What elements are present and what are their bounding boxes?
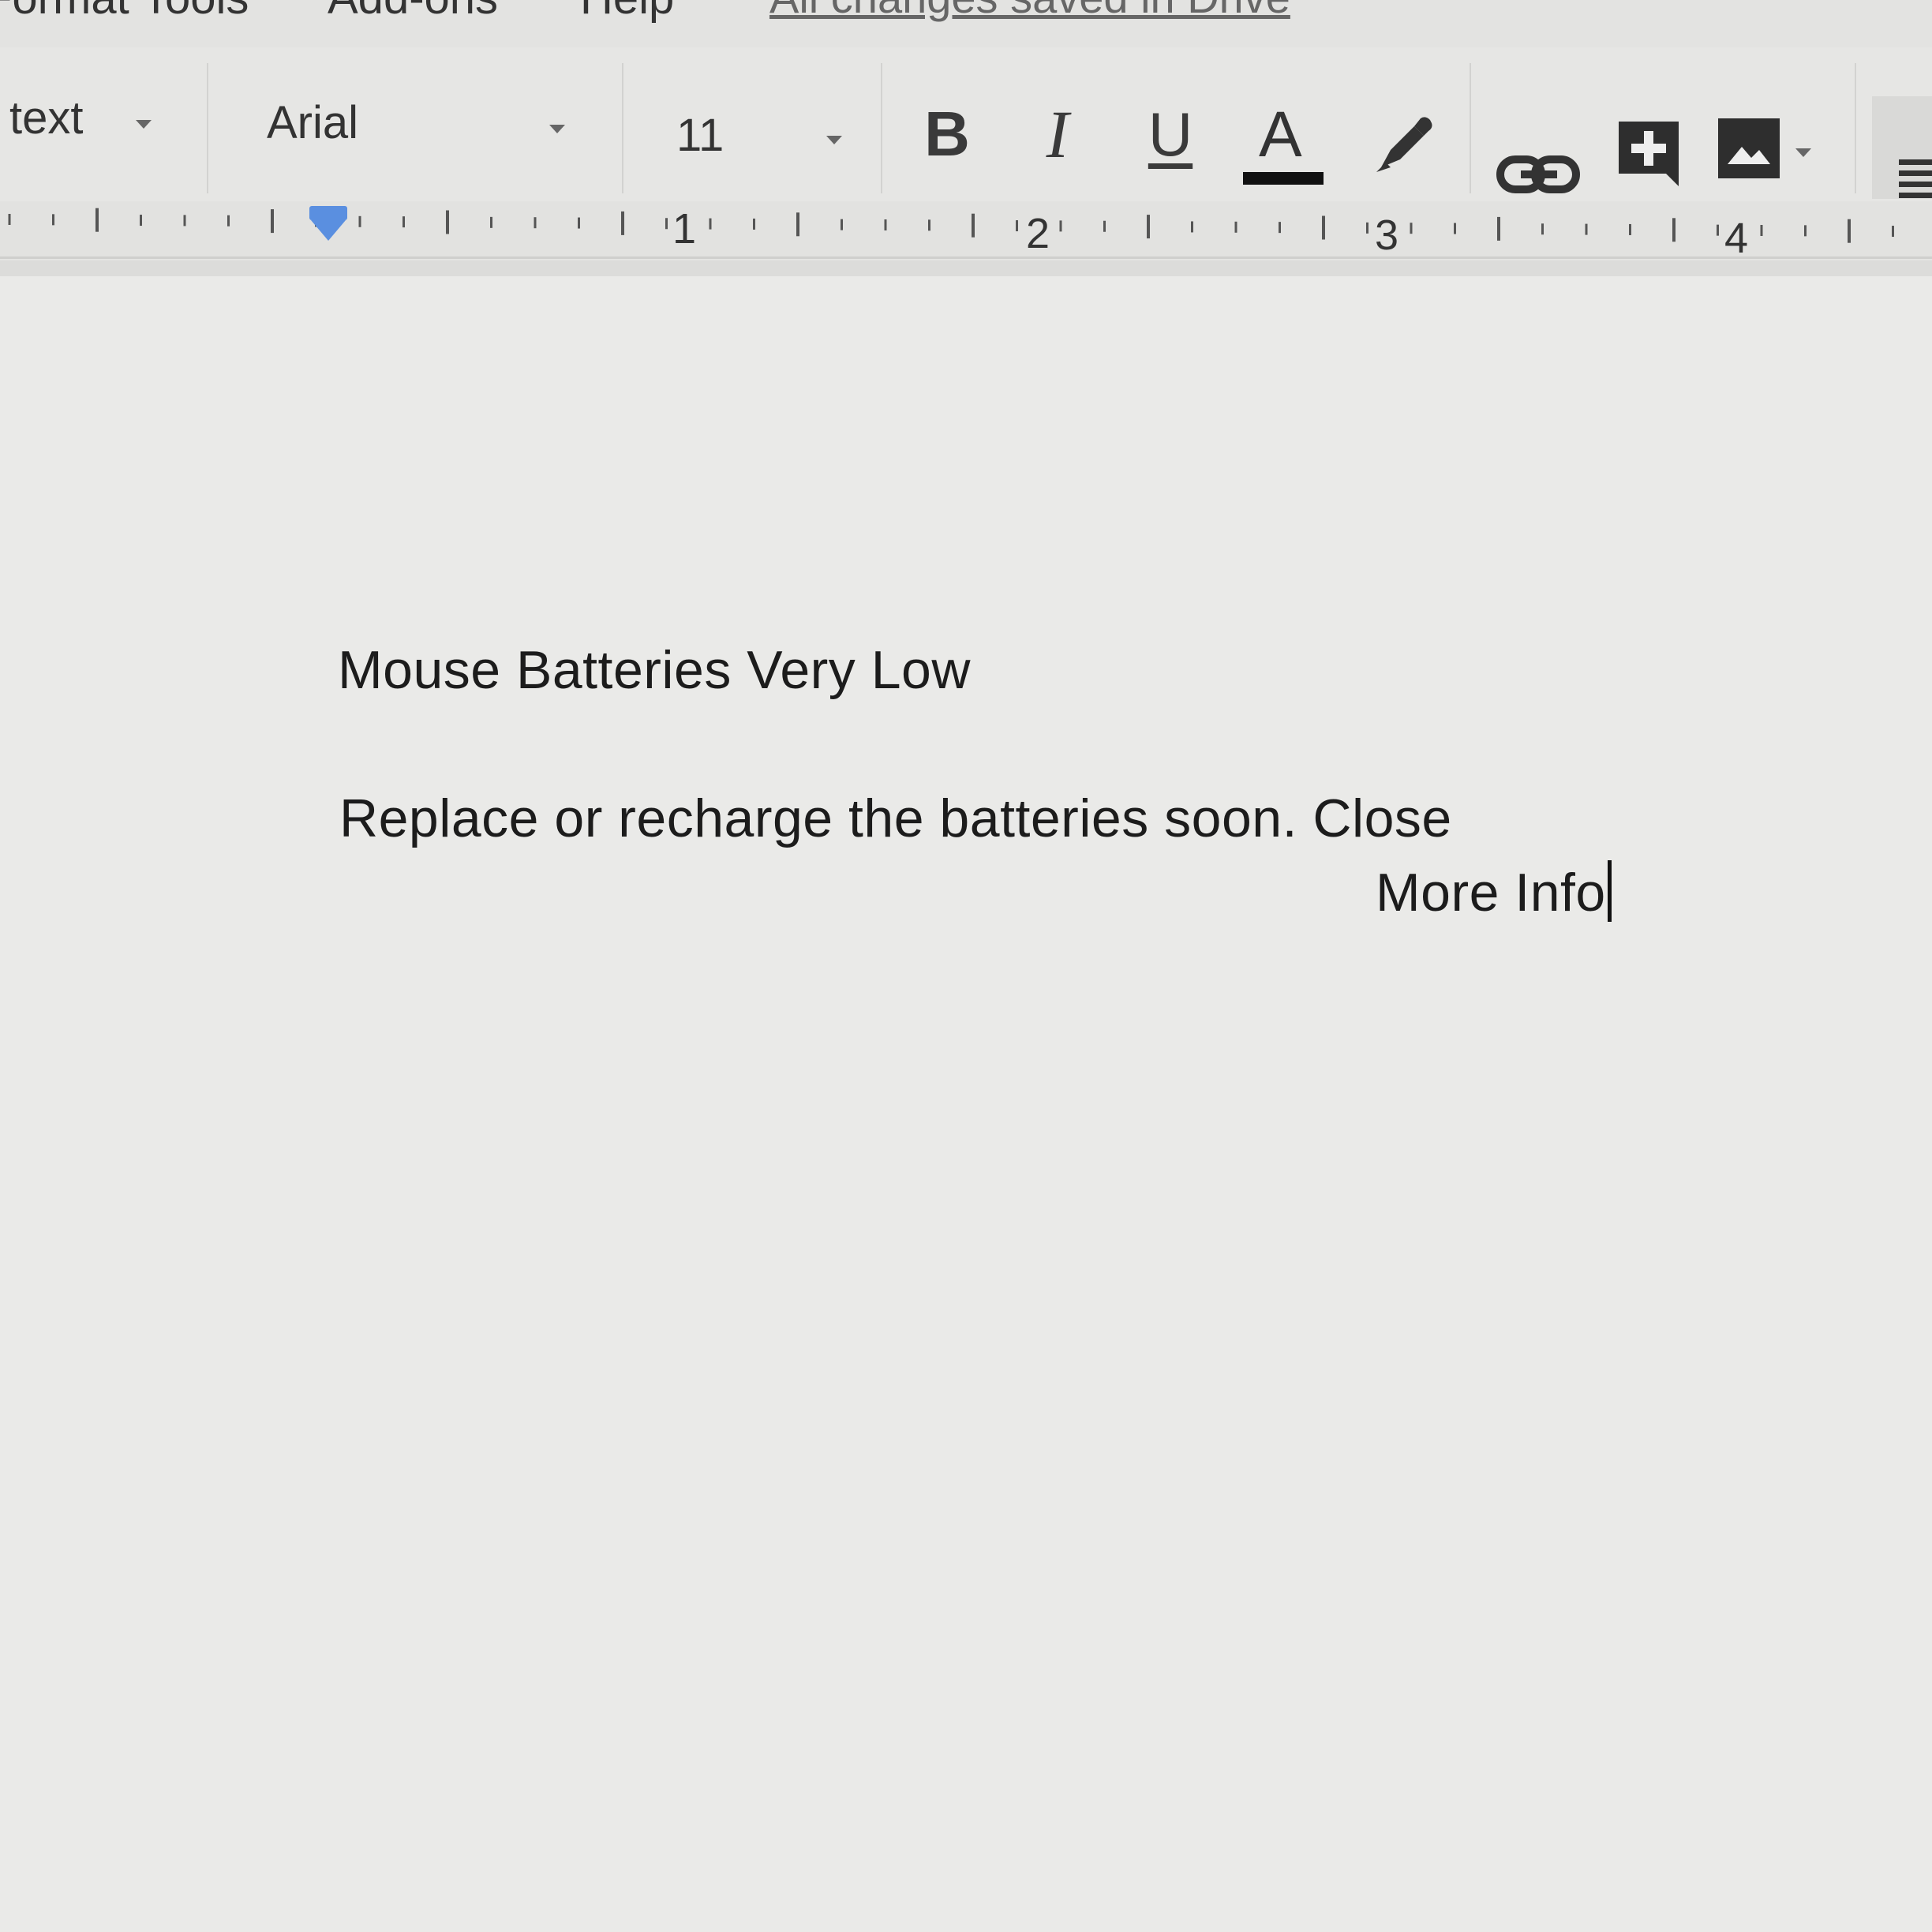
bold-button[interactable]: B — [904, 91, 990, 178]
ruler[interactable]: 1 2 3 4 — [0, 201, 1932, 262]
text-color-button[interactable]: A — [1235, 95, 1330, 189]
toolbar-divider — [207, 63, 208, 193]
ruler-ticks — [8, 208, 1894, 243]
link-icon — [1496, 155, 1580, 193]
document-more-info-text: More Info — [1376, 863, 1606, 923]
document-link-line: More Info — [1376, 860, 1612, 923]
font-dropdown[interactable]: Arial — [210, 47, 620, 201]
italic-button[interactable]: I — [1014, 91, 1101, 178]
save-status-link[interactable]: All changes saved in Drive — [769, 0, 1290, 23]
menu-bar: Format Tools Add-ons Help All changes sa… — [0, 0, 1932, 47]
font-size-dropdown[interactable]: 11 — [625, 47, 879, 201]
menu-help[interactable]: Help — [580, 0, 674, 24]
insert-link-button[interactable] — [1496, 142, 1582, 205]
highlighter-icon — [1376, 117, 1432, 172]
style-dropdown[interactable]: text — [0, 47, 204, 201]
ruler-label-1: 1 — [672, 205, 697, 253]
more-icon — [1899, 159, 1932, 198]
ruler-label-2: 2 — [1026, 210, 1050, 257]
insert-image-button[interactable] — [1717, 117, 1819, 196]
highlight-button[interactable] — [1365, 103, 1444, 182]
document-heading: Mouse Batteries Very Low — [338, 640, 971, 700]
menu-format[interactable]: Format — [0, 0, 129, 24]
toolbar-divider — [622, 63, 623, 193]
text-color-label: A — [1259, 99, 1302, 170]
toolbar-divider — [1855, 63, 1856, 193]
document-canvas: Mouse Batteries Very Low Replace or rech… — [0, 260, 1932, 1932]
text-color-swatch — [1243, 172, 1324, 185]
menu-add-ons[interactable]: Add-ons — [328, 0, 498, 24]
text-cursor — [1607, 860, 1612, 922]
document-page[interactable]: Mouse Batteries Very Low Replace or rech… — [0, 276, 1932, 1932]
font-size-label: 11 — [676, 110, 724, 161]
underline-button[interactable]: U — [1127, 91, 1214, 178]
menu-tools[interactable]: Tools — [142, 0, 249, 24]
chevron-down-icon — [1795, 148, 1811, 157]
ruler-label-4: 4 — [1724, 215, 1749, 262]
more-options-button[interactable] — [1872, 96, 1932, 199]
ruler-label-3: 3 — [1375, 212, 1399, 259]
chevron-down-icon — [826, 136, 842, 144]
chevron-down-icon — [549, 125, 565, 133]
toolbar-divider — [881, 63, 882, 193]
toolbar-divider — [1470, 63, 1471, 193]
font-dropdown-label: Arial — [267, 97, 359, 148]
indent-marker-icon[interactable] — [306, 203, 350, 244]
style-dropdown-label: text — [9, 92, 84, 144]
document-body-line: Replace or recharge the batteries soon. … — [339, 788, 1452, 848]
image-icon — [1718, 118, 1780, 178]
toolbar: text Arial 11 B I U A — [0, 47, 1932, 203]
comment-add-icon — [1619, 122, 1679, 186]
add-comment-button[interactable] — [1614, 117, 1685, 196]
chevron-down-icon — [136, 120, 152, 129]
